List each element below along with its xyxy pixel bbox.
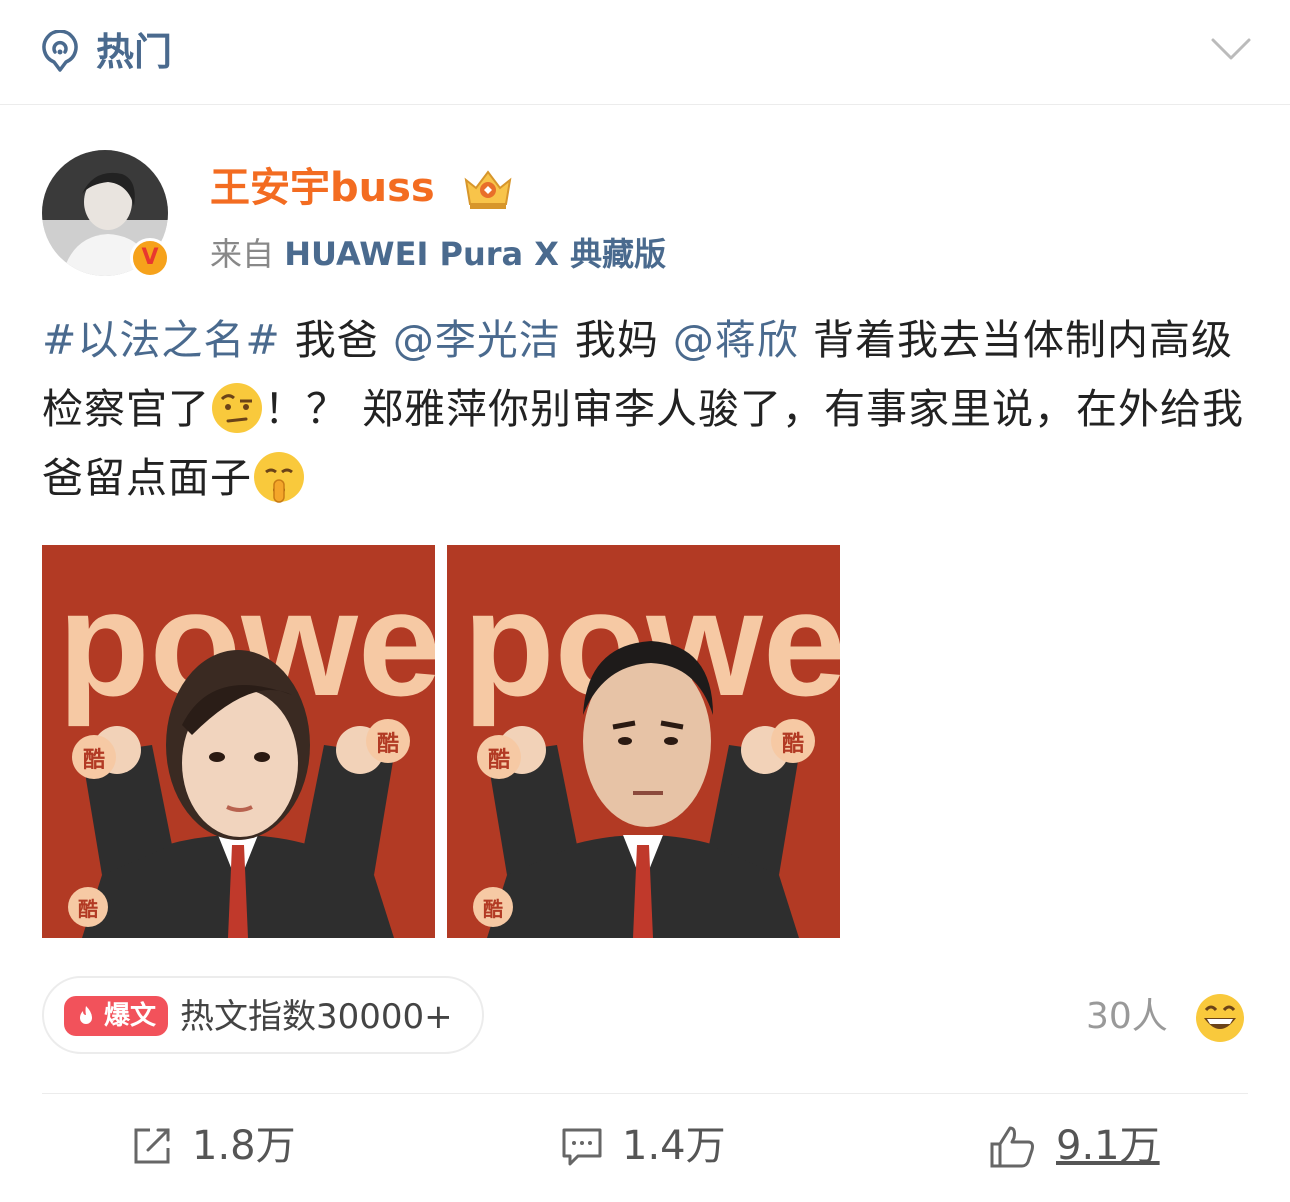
repost-count: 1.8万 — [192, 1123, 296, 1169]
content-text: 我妈 — [574, 316, 659, 364]
grinning-face-emoji[interactable] — [1194, 992, 1246, 1044]
thumbs-up-icon — [990, 1126, 1034, 1168]
flame-icon — [80, 1006, 92, 1024]
like-button[interactable]: 9.1万 — [988, 1118, 1188, 1174]
baowen-label: 爆文 — [104, 1001, 157, 1031]
v-verified-icon: V — [130, 238, 170, 278]
topic-link[interactable]: #以法之名# — [42, 316, 281, 364]
cool-badge: 酷 — [782, 732, 804, 757]
post-image[interactable]: power 酷 酷 酷 — [447, 545, 840, 938]
username[interactable]: 王安宇buss — [210, 160, 435, 216]
comment-icon — [562, 1128, 602, 1166]
mention-link[interactable]: @蒋欣 — [673, 316, 799, 364]
hot-index-pill[interactable]: 爆文 热文指数30000+ — [42, 976, 484, 1054]
crown-badge-icon[interactable] — [460, 164, 516, 212]
hot-broadcast-icon — [42, 30, 78, 72]
cool-badge: 酷 — [377, 732, 399, 757]
cool-badge: 酷 — [78, 897, 98, 921]
source-prefix: 来自 — [210, 235, 275, 273]
shushing-face-emoji — [254, 452, 304, 503]
post-source: 来自 HUAWEI Pura X 典藏版 — [210, 230, 666, 278]
source-device[interactable]: HUAWEI Pura X 典藏版 — [284, 235, 666, 273]
cool-badge: 酷 — [483, 897, 503, 921]
repost-button[interactable]: 1.8万 — [130, 1118, 330, 1174]
avatar[interactable]: V — [42, 150, 170, 278]
content-text: 我爸 — [294, 316, 379, 364]
comment-count: 1.4万 — [622, 1123, 726, 1169]
reaction-count[interactable]: 30人 — [1086, 990, 1168, 1044]
cool-badge: 酷 — [83, 748, 105, 773]
chevron-down-icon[interactable] — [1210, 34, 1252, 64]
hot-index-text: 热文指数30000+ — [180, 997, 453, 1037]
raised-eyebrow-emoji — [212, 383, 262, 433]
baowen-badge: 爆文 — [64, 996, 168, 1036]
cool-badge: 酷 — [488, 748, 510, 773]
header-title[interactable]: 热门 — [96, 24, 172, 80]
like-count: 9.1万 — [1056, 1123, 1160, 1169]
repost-icon — [134, 1128, 170, 1164]
post-content: #以法之名# 我爸 @李光洁 我妈 @蒋欣 背着我去当体制内高级检察官了 ！？ … — [42, 306, 1257, 513]
post-image[interactable]: power 酷 酷 酷 — [42, 545, 435, 938]
comment-button[interactable]: 1.4万 — [560, 1118, 760, 1174]
mention-link[interactable]: @李光洁 — [393, 316, 561, 364]
divider — [42, 1093, 1248, 1094]
feed-header: 热门 — [0, 0, 1290, 105]
